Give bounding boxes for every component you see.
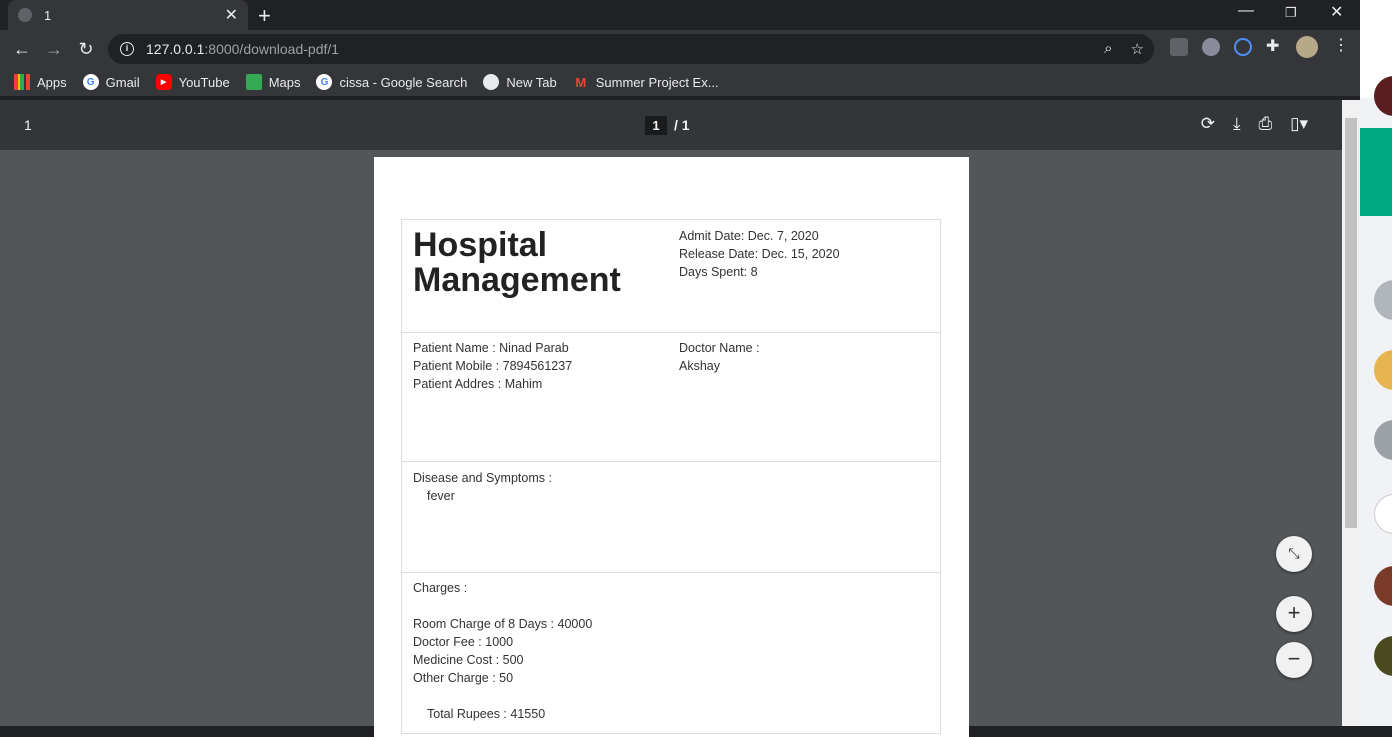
bookmark-label: Summer Project Ex... xyxy=(595,74,719,90)
browser-tab[interactable]: 1 ✕ xyxy=(8,0,248,30)
bookmark-summer-project[interactable]: M Summer Project Ex... xyxy=(573,74,719,90)
charges-label: Charges : xyxy=(413,581,468,595)
profile-avatar[interactable] xyxy=(1296,36,1318,58)
apps-icon xyxy=(14,74,30,90)
patient-name: Patient Name : Ninad Parab xyxy=(413,341,569,355)
bookmark-gmail[interactable]: G Gmail xyxy=(82,74,140,90)
disease-row: Disease and Symptoms : fever xyxy=(402,462,940,573)
avatar[interactable] xyxy=(1374,494,1392,534)
reload-button[interactable]: ↻ xyxy=(70,39,102,60)
title-line: Management xyxy=(413,261,621,299)
medicine-cost: Medicine Cost : 500 xyxy=(413,653,524,667)
extension-icon[interactable] xyxy=(1202,38,1220,56)
doctor-info: Doctor Name : Akshay xyxy=(679,339,760,375)
bookmarks-bar: Apps G Gmail ▶ YouTube Maps Gcissa - Googl… xyxy=(0,68,1360,96)
bookmark-apps[interactable]: Apps xyxy=(14,74,67,90)
tab-title: 1 xyxy=(44,7,52,23)
title-line: Hospital xyxy=(413,226,548,264)
patient-info: Patient Name : Ninad Parab Patient Mobil… xyxy=(413,339,572,393)
disease-value: fever xyxy=(427,489,455,503)
fit-to-page-icon[interactable]: ⤡ xyxy=(1276,536,1312,572)
download-icon[interactable]: ⤓ xyxy=(1233,114,1241,134)
side-panel-banner xyxy=(1360,128,1392,216)
bookmark-label: cissa - Google Search xyxy=(339,74,468,90)
bookmark-cissa[interactable]: Gcissa - Google Search xyxy=(316,74,467,90)
charges-info: Charges : Room Charge of 8 Days : 40000 … xyxy=(413,579,592,723)
header-row: Hospital Management Admit Date: Dec. 7, … xyxy=(402,220,940,333)
close-tab-icon[interactable]: ✕ xyxy=(225,5,238,25)
zoom-in-button[interactable]: + xyxy=(1276,596,1312,632)
room-charge: Room Charge of 8 Days : 40000 xyxy=(413,617,593,631)
address-bar[interactable]: i 127.0.0.1:8000/download-pdf/1 ⌕ ☆ xyxy=(108,34,1154,64)
url-host: 127.0.0.1 xyxy=(146,41,205,57)
patient-mobile: Patient Mobile : 7894561237 xyxy=(413,359,573,373)
close-window-button[interactable]: ✕ xyxy=(1330,2,1343,22)
bookmark-maps[interactable]: Maps xyxy=(245,74,301,90)
other-charge: Other Charge : 50 xyxy=(413,671,514,685)
side-panel xyxy=(1360,0,1392,726)
google-icon: G xyxy=(316,74,333,90)
extension-icon[interactable] xyxy=(1170,38,1188,56)
charges-row: Charges : Room Charge of 8 Days : 40000 … xyxy=(402,573,940,733)
disease-label: Disease and Symptoms : xyxy=(413,471,552,485)
zoom-icon[interactable]: ⌕ xyxy=(1104,40,1112,58)
page-number-input[interactable]: 1 xyxy=(645,116,667,135)
pdf-page: Hospital Management Admit Date: Dec. 7, … xyxy=(374,157,969,737)
release-date: Release Date: Dec. 15, 2020 xyxy=(679,247,840,261)
rotate-icon[interactable]: ⟳ xyxy=(1201,114,1215,134)
avatar[interactable] xyxy=(1374,350,1392,390)
bookmark-dropdown-icon[interactable]: ▯▾ xyxy=(1290,114,1308,134)
forward-button[interactable]: → xyxy=(38,39,70,60)
gmail-icon: M xyxy=(575,74,587,90)
extension-icon[interactable] xyxy=(1234,38,1252,56)
doctor-fee: Doctor Fee : 1000 xyxy=(413,635,514,649)
bookmark-new-tab[interactable]: New Tab xyxy=(483,74,557,90)
globe-icon xyxy=(483,74,500,90)
menu-icon[interactable]: ⋮ xyxy=(1333,35,1351,54)
avatar[interactable] xyxy=(1374,636,1392,676)
globe-icon xyxy=(18,8,32,22)
page-title: Hospital Management xyxy=(413,228,621,298)
bookmark-label: Maps xyxy=(268,74,301,90)
bookmark-youtube[interactable]: ▶ YouTube xyxy=(155,74,230,90)
bookmark-star-icon[interactable]: ☆ xyxy=(1131,40,1144,58)
scrollbar-thumb[interactable] xyxy=(1345,118,1357,528)
back-button[interactable]: ← xyxy=(6,39,38,60)
days-spent: Days Spent: 8 xyxy=(679,265,758,279)
minimize-button[interactable]: — xyxy=(1238,2,1254,20)
page-total: / 1 xyxy=(674,117,690,133)
url-path: :8000/download-pdf/1 xyxy=(204,41,340,57)
youtube-icon: ▶ xyxy=(155,74,172,90)
avatar[interactable] xyxy=(1374,566,1392,606)
patient-address: Patient Addres : Mahim xyxy=(413,377,543,391)
patient-row: Patient Name : Ninad Parab Patient Mobil… xyxy=(402,333,940,462)
doctor-label: Doctor Name : xyxy=(679,341,760,355)
info-icon[interactable]: i xyxy=(120,42,134,56)
pdf-title: 1 xyxy=(24,117,32,133)
bookmark-label: Apps xyxy=(37,74,67,90)
title-bar: 1 ✕ + — ❐ ✕ xyxy=(0,0,1360,30)
new-tab-button[interactable]: + xyxy=(258,3,271,29)
pdf-toolbar: 1 1 / 1 ⟳ ⤓ ⎙ ▯▾ xyxy=(0,100,1342,150)
total-rupees: Total Rupees : 41550 xyxy=(427,707,546,721)
bookmark-label: Gmail xyxy=(105,74,140,90)
puzzle-icon[interactable]: ✚ xyxy=(1266,36,1284,55)
admit-date: Admit Date: Dec. 7, 2020 xyxy=(679,229,819,243)
bookmark-label: New Tab xyxy=(506,74,557,90)
maps-icon xyxy=(245,74,262,90)
invoice-table: Hospital Management Admit Date: Dec. 7, … xyxy=(401,219,941,734)
bookmark-label: YouTube xyxy=(178,74,230,90)
zoom-out-button[interactable]: − xyxy=(1276,642,1312,678)
doctor-name: Akshay xyxy=(679,359,720,373)
avatar[interactable] xyxy=(1374,420,1392,460)
disease-info: Disease and Symptoms : fever xyxy=(413,469,552,505)
browser-toolbar: ← → ↻ i 127.0.0.1:8000/download-pdf/1 ⌕ … xyxy=(0,30,1360,68)
print-icon[interactable]: ⎙ xyxy=(1259,114,1273,134)
dates-block: Admit Date: Dec. 7, 2020 Release Date: D… xyxy=(679,227,840,281)
google-icon: G xyxy=(82,74,99,90)
avatar[interactable] xyxy=(1374,280,1392,320)
restore-button[interactable]: ❐ xyxy=(1285,5,1297,21)
